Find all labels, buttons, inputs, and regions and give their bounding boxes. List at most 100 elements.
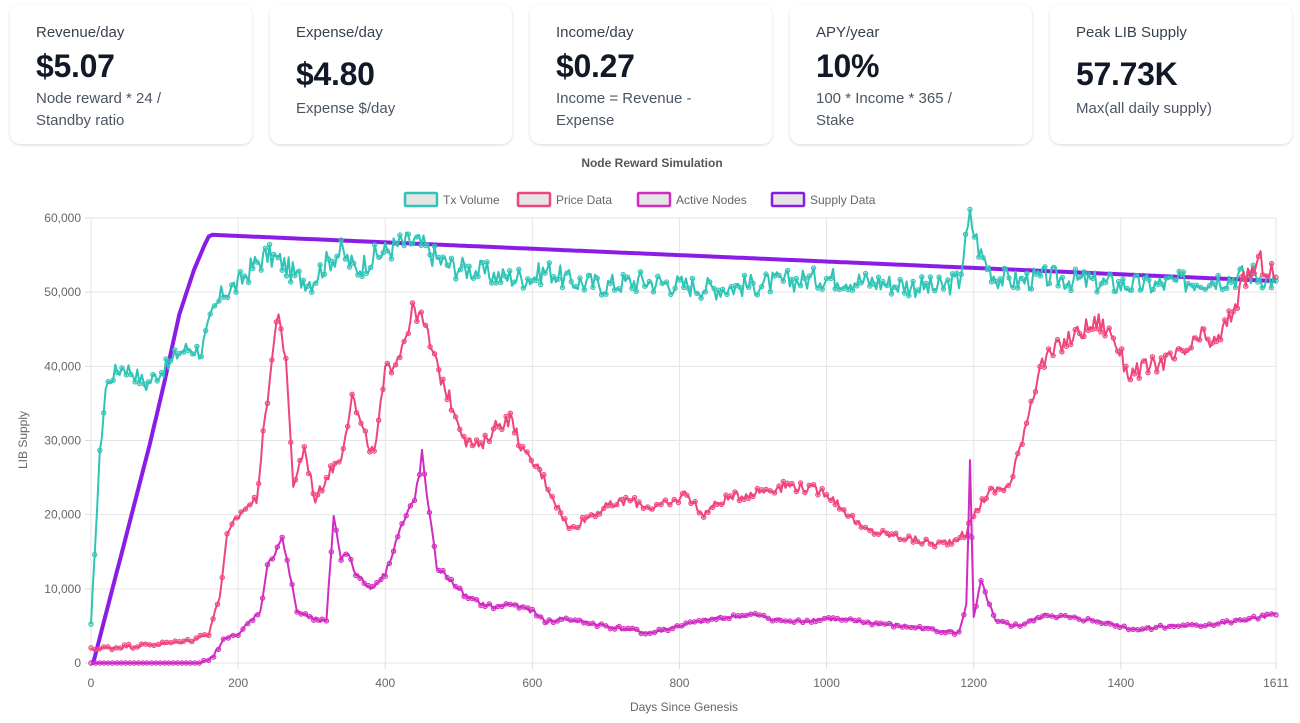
data-point — [1184, 622, 1191, 628]
data-point — [921, 625, 927, 632]
data-point — [529, 278, 535, 284]
legend-item[interactable]: Active Nodes — [636, 191, 747, 208]
data-point — [1154, 281, 1161, 288]
data-point — [488, 280, 495, 286]
data-point — [1140, 358, 1147, 364]
data-point — [672, 285, 678, 291]
data-point — [351, 260, 357, 266]
data-point — [684, 492, 690, 498]
data-point — [148, 660, 155, 666]
legend-swatch — [636, 191, 672, 208]
data-point — [1148, 626, 1155, 633]
data-point — [161, 660, 168, 666]
data-point — [1119, 346, 1125, 352]
data-point — [880, 278, 886, 285]
data-point — [427, 344, 433, 350]
data-point — [871, 281, 877, 287]
data-point — [961, 612, 967, 618]
data-point — [361, 580, 367, 586]
data-point — [1094, 619, 1100, 625]
data-point — [127, 660, 133, 666]
data-point — [830, 615, 836, 621]
data-point — [309, 289, 315, 295]
data-point — [1028, 286, 1035, 292]
data-point — [1098, 329, 1104, 335]
data-point — [1176, 268, 1182, 274]
x-tick-label: 800 — [669, 676, 689, 690]
data-point — [1004, 619, 1010, 626]
data-point — [532, 463, 539, 470]
data-point — [929, 626, 936, 632]
data-point — [804, 617, 810, 623]
data-point — [511, 279, 517, 285]
data-point — [245, 620, 251, 627]
data-point — [771, 273, 778, 279]
data-point — [715, 287, 722, 293]
data-point — [511, 430, 518, 436]
data-point — [750, 280, 756, 286]
data-point — [1010, 284, 1017, 291]
data-point — [869, 622, 875, 628]
legend-item[interactable]: Tx Volume — [403, 191, 500, 208]
data-point — [254, 259, 260, 265]
data-point — [144, 660, 150, 666]
data-point — [1124, 285, 1131, 292]
data-point — [367, 264, 374, 271]
data-point — [713, 616, 719, 622]
data-point — [1041, 364, 1048, 370]
data-point — [567, 617, 574, 623]
data-point — [210, 654, 217, 660]
data-point — [1106, 325, 1112, 331]
data-point — [520, 443, 526, 450]
data-point — [1198, 284, 1204, 291]
data-point — [603, 291, 609, 297]
data-point — [1059, 349, 1065, 355]
data-point — [358, 420, 364, 426]
data-point — [897, 276, 903, 283]
data-point — [910, 278, 916, 285]
data-point — [342, 256, 348, 262]
data-point — [323, 618, 330, 624]
data-point — [157, 660, 163, 666]
data-point — [1268, 260, 1275, 267]
data-point — [473, 597, 480, 603]
data-point — [1021, 621, 1028, 627]
y-tick-label: 50,000 — [44, 285, 81, 299]
data-point — [1273, 274, 1279, 280]
legend-item[interactable]: Price Data — [516, 191, 612, 208]
data-point — [819, 486, 825, 492]
data-point — [990, 612, 997, 618]
data-point — [958, 271, 964, 277]
data-point — [665, 627, 671, 634]
data-point — [893, 284, 899, 290]
data-point — [1145, 370, 1151, 376]
legend-item[interactable]: Supply Data — [770, 191, 876, 208]
data-point — [151, 642, 157, 648]
data-point — [403, 513, 409, 519]
data-point — [390, 548, 397, 554]
data-point — [821, 615, 828, 622]
data-point — [187, 660, 194, 666]
data-point — [110, 377, 116, 383]
data-point — [1132, 371, 1138, 377]
data-point — [466, 263, 472, 269]
data-point — [174, 660, 181, 666]
data-point — [330, 258, 336, 264]
data-point — [940, 286, 947, 292]
data-point — [880, 527, 886, 534]
legend-swatch — [770, 191, 806, 208]
data-point — [620, 626, 627, 632]
data-point — [1046, 346, 1052, 352]
data-point — [486, 438, 492, 445]
data-point — [802, 489, 808, 496]
data-point — [739, 612, 745, 619]
data-point — [975, 508, 981, 514]
data-point — [576, 617, 583, 623]
data-point — [1171, 623, 1177, 630]
data-point — [132, 379, 138, 385]
data-point — [927, 541, 934, 547]
data-point — [1005, 482, 1011, 489]
data-point — [189, 638, 195, 645]
data-point — [343, 551, 349, 557]
data-point — [769, 618, 776, 624]
